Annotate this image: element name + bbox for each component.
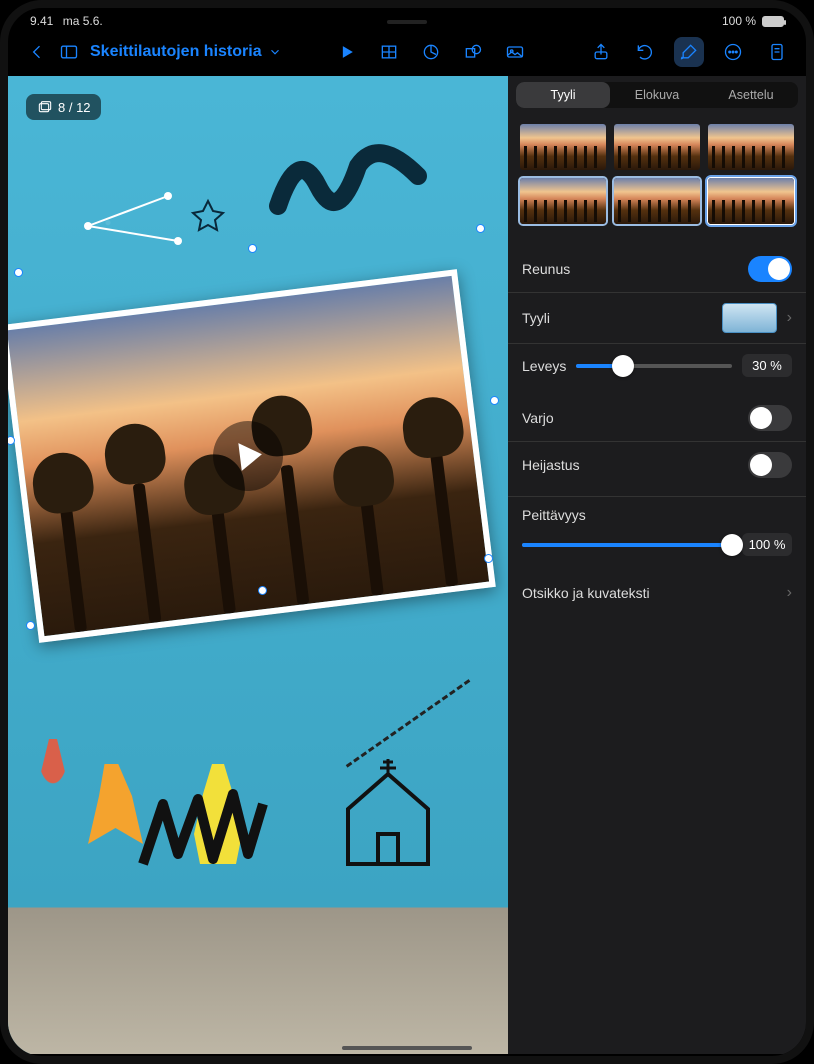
style-thumb[interactable]: [614, 124, 700, 170]
border-label: Reunus: [522, 261, 570, 277]
document-title-button[interactable]: Skeittilautojen historia: [90, 43, 282, 61]
selection-handle[interactable]: [14, 268, 23, 277]
app-toolbar: Skeittilautojen historia: [8, 30, 806, 76]
battery-icon: [762, 16, 784, 27]
shadow-label: Varjo: [522, 410, 554, 426]
border-width-row: Leveys 30 %: [508, 343, 806, 387]
segment-style[interactable]: Tyyli: [516, 82, 610, 108]
reflection-label: Heijastus: [522, 457, 580, 473]
format-sidebar: Tyyli Elokuva Asettelu Reunus Tyyli: [508, 76, 806, 1054]
style-thumb-selected[interactable]: [708, 178, 794, 224]
insert-media-icon[interactable]: [500, 37, 530, 67]
play-button[interactable]: [332, 37, 362, 67]
caption-row[interactable]: Otsikko ja kuvateksti ›: [508, 574, 806, 612]
home-indicator[interactable]: [342, 1046, 472, 1050]
camera-notch: [387, 20, 427, 24]
selection-handle[interactable]: [490, 396, 499, 405]
slide-canvas[interactable]: 8 / 12: [8, 76, 508, 1054]
format-paintbrush-icon[interactable]: [674, 37, 704, 67]
selection-handle[interactable]: [248, 244, 257, 253]
doodle-scribble-top: [268, 136, 428, 216]
selected-video-object[interactable]: [8, 269, 496, 643]
share-icon[interactable]: [586, 37, 616, 67]
insert-chart-icon[interactable]: [416, 37, 446, 67]
more-icon[interactable]: [718, 37, 748, 67]
chevron-right-icon: ›: [787, 584, 792, 602]
style-label: Tyyli: [522, 310, 550, 326]
opacity-label: Peittävyys: [522, 507, 792, 523]
style-thumbnail-grid: [508, 114, 806, 238]
width-value[interactable]: 30 %: [742, 354, 792, 377]
style-thumb[interactable]: [614, 178, 700, 224]
opacity-value[interactable]: 100 %: [742, 533, 792, 556]
selection-handle[interactable]: [26, 621, 35, 630]
selection-handle[interactable]: [476, 224, 485, 233]
segment-movie[interactable]: Elokuva: [610, 82, 704, 108]
shadow-switch[interactable]: [748, 405, 792, 431]
reflection-row: Heijastus: [508, 441, 806, 488]
style-thumb[interactable]: [520, 178, 606, 224]
insert-table-icon[interactable]: [374, 37, 404, 67]
selection-handle[interactable]: [258, 586, 267, 595]
width-label: Leveys: [522, 358, 566, 374]
slide-counter[interactable]: 8 / 12: [26, 94, 101, 120]
doodle-zigzag: [138, 784, 268, 874]
caption-label: Otsikko ja kuvateksti: [522, 585, 650, 601]
border-style-swatch: [722, 303, 777, 333]
format-segment-control[interactable]: Tyyli Elokuva Asettelu: [516, 82, 798, 108]
status-bar: 9.41 ma 5.6. 100 %: [8, 8, 806, 30]
segment-layout[interactable]: Asettelu: [704, 82, 798, 108]
reflection-switch[interactable]: [748, 452, 792, 478]
opacity-slider[interactable]: [522, 543, 732, 547]
style-thumb[interactable]: [708, 124, 794, 170]
back-button[interactable]: [22, 37, 52, 67]
status-date: ma 5.6.: [63, 14, 103, 28]
selection-handle[interactable]: [484, 554, 493, 563]
undo-icon[interactable]: [630, 37, 660, 67]
chevron-right-icon: ›: [787, 309, 792, 327]
slide-counter-label: 8 / 12: [58, 100, 91, 115]
doodle-star-lines: [78, 186, 258, 266]
opacity-row: Peittävyys 100 %: [508, 496, 806, 566]
status-time: 9.41: [30, 14, 53, 28]
border-style-row[interactable]: Tyyli ›: [508, 292, 806, 343]
border-row: Reunus: [508, 246, 806, 292]
insert-shape-icon[interactable]: [458, 37, 488, 67]
document-settings-icon[interactable]: [762, 37, 792, 67]
border-switch[interactable]: [748, 256, 792, 282]
document-title-label: Skeittilautojen historia: [90, 43, 262, 61]
style-thumb[interactable]: [520, 124, 606, 170]
shadow-row: Varjo: [508, 395, 806, 441]
status-battery-pct: 100 %: [722, 14, 756, 28]
sidebar-toggle-icon[interactable]: [54, 37, 84, 67]
width-slider[interactable]: [576, 364, 732, 368]
